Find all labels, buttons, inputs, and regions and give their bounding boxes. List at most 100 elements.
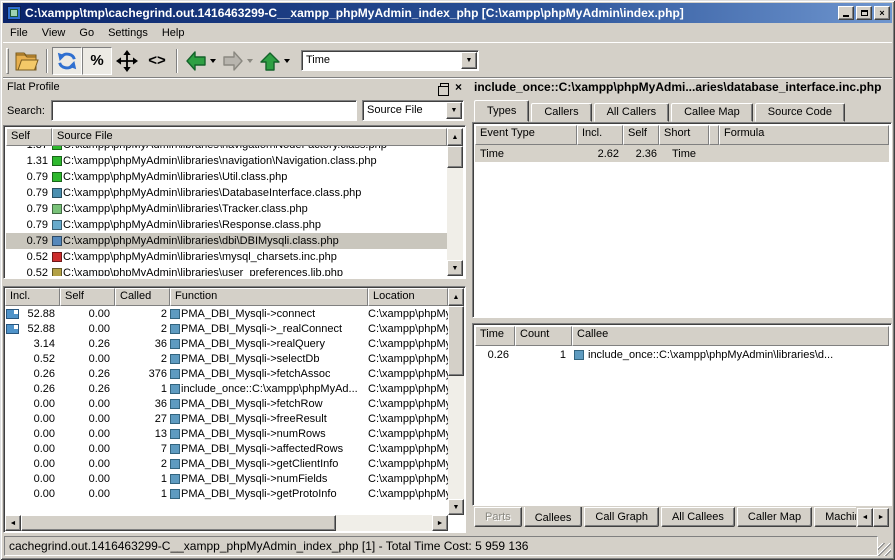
- function-icon: [170, 444, 180, 454]
- back-button[interactable]: [182, 47, 219, 75]
- column-header-time[interactable]: Time: [475, 326, 515, 346]
- scroll-left-button[interactable]: ◄: [5, 515, 21, 531]
- tab-callers[interactable]: Callers: [531, 103, 591, 122]
- function-row[interactable]: 0.000.001PMA_DBI_Mysqli->getProtoInfoC:\…: [5, 486, 448, 501]
- scroll-down-button[interactable]: ▼: [448, 499, 464, 515]
- function-table-hscrollbar[interactable]: ◄ ►: [5, 515, 448, 531]
- minimize-button[interactable]: [838, 6, 854, 20]
- file-list-row[interactable]: 0.79C:\xampp\phpMyAdmin\libraries\Tracke…: [6, 201, 447, 217]
- group-by-combobox[interactable]: Source File ▼: [362, 100, 464, 121]
- search-input[interactable]: [51, 100, 357, 121]
- tab-source-code[interactable]: Source Code: [755, 103, 845, 122]
- menu-item-view[interactable]: View: [35, 25, 73, 41]
- column-header-count[interactable]: Count: [515, 326, 572, 346]
- file-list-row[interactable]: 0.79C:\xampp\phpMyAdmin\libraries\Databa…: [6, 185, 447, 201]
- function-row[interactable]: 0.000.002PMA_DBI_Mysqli->getClientInfoC:…: [5, 456, 448, 471]
- maximize-button[interactable]: [856, 6, 872, 20]
- dock-close-icon[interactable]: ×: [455, 82, 462, 92]
- scroll-up-button[interactable]: ▲: [447, 128, 463, 146]
- file-list-row[interactable]: 0.52C:\xampp\phpMyAdmin\libraries\mysql_…: [6, 249, 447, 265]
- menu-item-file[interactable]: File: [3, 25, 35, 41]
- function-row[interactable]: 52.880.002PMA_DBI_Mysqli->connectC:\xamp…: [5, 306, 448, 321]
- dock-float-icon[interactable]: [440, 83, 449, 91]
- tab-types[interactable]: Types: [474, 100, 529, 122]
- tab-all-callees[interactable]: All Callees: [661, 507, 735, 527]
- column-header-source-file[interactable]: Source File: [52, 128, 447, 146]
- scrollbar-thumb[interactable]: [447, 146, 463, 168]
- column-header-short[interactable]: Short: [659, 125, 709, 145]
- column-header-incl[interactable]: Incl.: [5, 288, 60, 306]
- function-row[interactable]: 0.520.002PMA_DBI_Mysqli->selectDbC:\xamp…: [5, 351, 448, 366]
- function-row[interactable]: 0.260.26376PMA_DBI_Mysqli->fetchAssocC:\…: [5, 366, 448, 381]
- combobox-dropdown-button[interactable]: ▼: [461, 52, 477, 69]
- tab-machine[interactable]: Machine: [814, 507, 856, 527]
- file-list-row[interactable]: 0.79C:\xampp\phpMyAdmin\libraries\Util.c…: [6, 169, 447, 185]
- file-list-row[interactable]: 0.79C:\xampp\phpMyAdmin\libraries\dbi\DB…: [6, 233, 447, 249]
- column-header-location[interactable]: Location: [368, 288, 448, 306]
- column-header-called[interactable]: Called: [115, 288, 170, 306]
- tab-parts[interactable]: Parts: [474, 507, 522, 527]
- up-dropdown-caret-icon[interactable]: [284, 59, 290, 66]
- close-button[interactable]: ×: [874, 6, 890, 20]
- function-row[interactable]: 0.000.0027PMA_DBI_Mysqli->freeResultC:\x…: [5, 411, 448, 426]
- column-header-function[interactable]: Function: [170, 288, 368, 306]
- scroll-up-button[interactable]: ▲: [448, 288, 464, 306]
- menu-item-help[interactable]: Help: [155, 25, 192, 41]
- resize-grip-icon[interactable]: [878, 543, 891, 556]
- menu-item-go[interactable]: Go: [72, 25, 101, 41]
- event-type-combobox[interactable]: Time ▼: [301, 50, 479, 71]
- scrollbar-thumb[interactable]: [448, 306, 464, 376]
- function-row[interactable]: 0.000.0013PMA_DBI_Mysqli->numRowsC:\xamp…: [5, 426, 448, 441]
- callees-table-row[interactable]: 0.26 1 include_once::C:\xampp\phpMyAdmin…: [475, 346, 889, 363]
- file-list-row[interactable]: 0.52C:\xampp\phpMyAdmin\libraries\user_p…: [6, 265, 447, 276]
- column-header-incl[interactable]: Incl.: [577, 125, 623, 145]
- flat-profile-dock: Flat Profile × Search: Source File ▼ Sel…: [3, 78, 466, 533]
- status-text: cachegrind.out.1416463299-C__xampp_phpMy…: [4, 536, 878, 556]
- function-icon: [170, 399, 180, 409]
- scrollbar-thumb[interactable]: [21, 515, 336, 531]
- file-type-icon: [52, 204, 62, 214]
- tab-callee-map[interactable]: Callee Map: [671, 103, 753, 122]
- column-header-event-type[interactable]: Event Type: [475, 125, 577, 145]
- file-list-row[interactable]: 1.37C:\xampp\phpMyAdmin\libraries\naviga…: [6, 146, 447, 153]
- tab-scroll-right-button[interactable]: ►: [873, 508, 889, 527]
- function-row[interactable]: 3.140.2636PMA_DBI_Mysqli->realQueryC:\xa…: [5, 336, 448, 351]
- function-row[interactable]: 0.000.001PMA_DBI_Mysqli->numFieldsC:\xam…: [5, 471, 448, 486]
- tab-all-callers[interactable]: All Callers: [594, 103, 670, 122]
- incl-cell: 0.00: [5, 458, 60, 470]
- function-table-vscrollbar[interactable]: ▼: [448, 306, 464, 515]
- tab-scroll-left-button[interactable]: ◄: [857, 508, 873, 527]
- file-list-row[interactable]: 0.79C:\xampp\phpMyAdmin\libraries\Respon…: [6, 217, 447, 233]
- file-list-row[interactable]: 1.31C:\xampp\phpMyAdmin\libraries\naviga…: [6, 153, 447, 169]
- column-header-callee[interactable]: Callee: [572, 326, 889, 346]
- column-header-self[interactable]: Self: [623, 125, 659, 145]
- open-file-button[interactable]: [12, 47, 42, 75]
- column-header-self[interactable]: Self: [60, 288, 115, 306]
- relative-cost-button[interactable]: <>: [142, 47, 172, 75]
- toolbar-handle[interactable]: [6, 48, 9, 74]
- function-row[interactable]: 0.000.007PMA_DBI_Mysqli->affectedRowsC:\…: [5, 441, 448, 456]
- horizontal-splitter[interactable]: [3, 279, 466, 286]
- scroll-down-button[interactable]: ▼: [447, 260, 463, 276]
- function-cell: PMA_DBI_Mysqli->freeResult: [170, 413, 368, 425]
- up-button[interactable]: [256, 47, 293, 75]
- column-header-self[interactable]: Self: [6, 128, 52, 146]
- function-row[interactable]: 0.000.0036PMA_DBI_Mysqli->fetchRowC:\xam…: [5, 396, 448, 411]
- tab-call-graph[interactable]: Call Graph: [584, 507, 659, 527]
- file-list-vscrollbar[interactable]: ▼: [447, 146, 463, 276]
- tab-caller-map[interactable]: Caller Map: [737, 507, 812, 527]
- expand-cost-button[interactable]: [112, 47, 142, 75]
- tab-callees[interactable]: Callees: [524, 507, 583, 527]
- forward-button[interactable]: [219, 47, 256, 75]
- back-dropdown-caret-icon[interactable]: [210, 59, 216, 66]
- percent-toggle-button[interactable]: %: [82, 47, 112, 75]
- column-header-formula[interactable]: Formula: [719, 125, 889, 145]
- function-row[interactable]: 0.260.261include_once::C:\xampp\phpMyAd.…: [5, 381, 448, 396]
- cycle-event-type-button[interactable]: [52, 47, 82, 75]
- menu-item-settings[interactable]: Settings: [101, 25, 155, 41]
- function-icon: [170, 339, 180, 349]
- combobox-dropdown-button[interactable]: ▼: [446, 102, 462, 119]
- types-table-row[interactable]: Time 2.62 2.36 Time: [475, 145, 889, 162]
- function-row[interactable]: 52.880.002PMA_DBI_Mysqli->_realConnectC:…: [5, 321, 448, 336]
- scroll-right-button[interactable]: ►: [432, 515, 448, 531]
